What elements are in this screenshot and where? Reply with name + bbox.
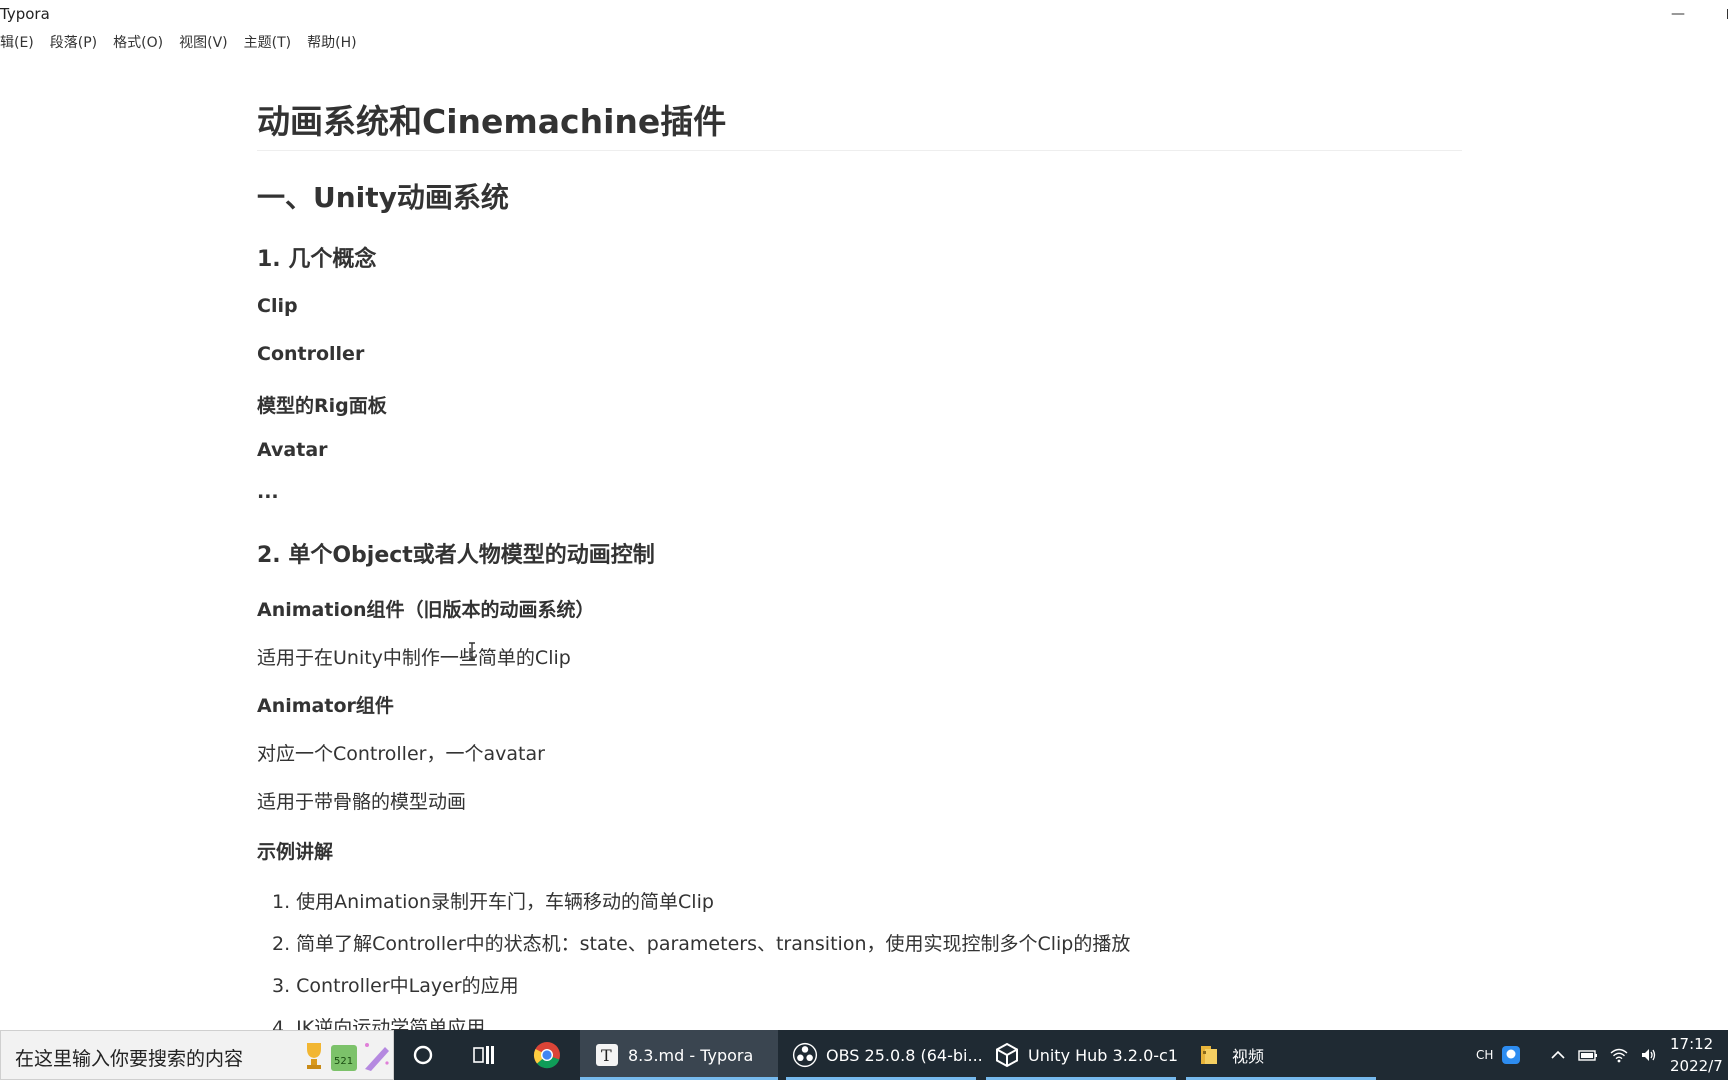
system-clock[interactable]: 17:12 2022/7 (1670, 1033, 1723, 1077)
animator-desc-2[interactable]: 适用于带骨骼的模型动画 (257, 787, 466, 814)
search-placeholder: 在这里输入你要搜索的内容 (15, 1048, 244, 1070)
taskbar-app-label: 视频 (1232, 1047, 1265, 1066)
taskbar-app-obs[interactable]: OBS 25.0.8 (64-bi... (786, 1030, 983, 1080)
taskbar-app-label: Unity Hub 3.2.0-c1 (1028, 1045, 1178, 1065)
battery-icon[interactable] (1578, 1047, 1598, 1063)
menu-edit[interactable]: 编辑(E) (0, 32, 42, 54)
window-title: Typora (0, 5, 50, 23)
qq-icon[interactable] (1501, 1045, 1521, 1065)
clock-date: 2022/7 (1670, 1057, 1723, 1075)
obs-icon (792, 1042, 818, 1068)
menu-theme[interactable]: 主题(T) (236, 32, 299, 54)
list-item[interactable]: 2. 简单了解Controller中的状态机：state、parameters、… (272, 929, 1130, 956)
search-badge-text: 521 (334, 1056, 353, 1067)
list-item[interactable]: 3. Controller中Layer的应用 (272, 971, 519, 998)
list-item[interactable]: 1. 使用Animation录制开车门，车辆移动的简单Clip (272, 887, 714, 914)
minimize-button[interactable]: — (1658, 0, 1698, 28)
concept-rig-panel[interactable]: 模型的Rig面板 (257, 391, 387, 418)
document-editor[interactable]: 动画系统和Cinemachine插件 一、Unity动画系统 1. 几个概念 C… (257, 100, 1462, 1039)
text-cursor-icon (469, 642, 475, 660)
taskbar-app-label: 8.3.md - Typora (628, 1045, 754, 1065)
search-highlight-icon: 521 (307, 1043, 389, 1071)
chevron-up-icon[interactable] (1550, 1047, 1566, 1063)
menu-paragraph[interactable]: 段落(P) (42, 32, 105, 54)
heading-2-unity-animation[interactable]: 一、Unity动画系统 (257, 176, 509, 216)
task-view-icon (473, 1046, 494, 1064)
system-tray: CH (1476, 1030, 1521, 1080)
animation-component-desc[interactable]: 适用于在Unity中制作一些简单的Clip (257, 643, 571, 670)
example-heading[interactable]: 示例讲解 (257, 837, 333, 864)
animator-desc-1[interactable]: 对应一个Controller，一个avatar (257, 739, 545, 766)
folder-icon (1198, 1042, 1224, 1068)
maximize-button[interactable] (1712, 0, 1728, 28)
ellipsis-text[interactable]: ... (257, 481, 279, 503)
heading-1-title[interactable]: 动画系统和Cinemachine插件 (257, 100, 1462, 151)
chrome-icon (533, 1042, 560, 1069)
title-bar: Typora — (0, 0, 1728, 28)
heading-3-single-object[interactable]: 2. 单个Object或者人物模型的动画控制 (257, 537, 655, 569)
system-tray-icons (1550, 1030, 1658, 1080)
clock-time: 17:12 (1670, 1035, 1714, 1053)
svg-text:T: T (601, 1046, 612, 1065)
concept-clip[interactable]: Clip (257, 295, 298, 317)
taskbar-app-typora[interactable]: T 8.3.md - Typora (580, 1030, 778, 1080)
cortana-button[interactable] (404, 1030, 442, 1080)
taskbar-app-unity-hub[interactable]: Unity Hub 3.2.0-c1 (986, 1030, 1178, 1080)
chrome-button[interactable] (526, 1030, 568, 1080)
animator-component-heading[interactable]: Animator组件 (257, 691, 394, 718)
concept-avatar[interactable]: Avatar (257, 439, 328, 461)
wifi-icon[interactable] (1610, 1047, 1628, 1063)
concept-controller[interactable]: Controller (257, 343, 364, 365)
taskbar-app-label: OBS 25.0.8 (64-bi... (826, 1045, 983, 1065)
typora-icon: T (594, 1042, 620, 1068)
taskbar-app-folder[interactable]: 视频 (1186, 1030, 1376, 1080)
task-view-button[interactable] (464, 1030, 504, 1080)
menu-bar: 编辑(E) 段落(P) 格式(O) 视图(V) 主题(T) 帮助(H) (0, 32, 365, 54)
heading-3-concepts[interactable]: 1. 几个概念 (257, 241, 376, 273)
volume-icon[interactable] (1640, 1047, 1658, 1063)
menu-view[interactable]: 视图(V) (171, 32, 236, 54)
cortana-icon (413, 1045, 433, 1065)
taskbar-search-box[interactable]: 在这里输入你要搜索的内容 521 (0, 1030, 394, 1080)
animation-component-heading[interactable]: Animation组件（旧版本的动画系统） (257, 595, 595, 622)
ime-indicator[interactable]: CH (1476, 1048, 1493, 1062)
menu-help[interactable]: 帮助(H) (299, 32, 364, 54)
menu-format[interactable]: 格式(O) (105, 32, 171, 54)
taskbar: 在这里输入你要搜索的内容 521 T 8.3.md - Typora OBS 2… (0, 1030, 1728, 1080)
unity-icon (994, 1042, 1020, 1068)
